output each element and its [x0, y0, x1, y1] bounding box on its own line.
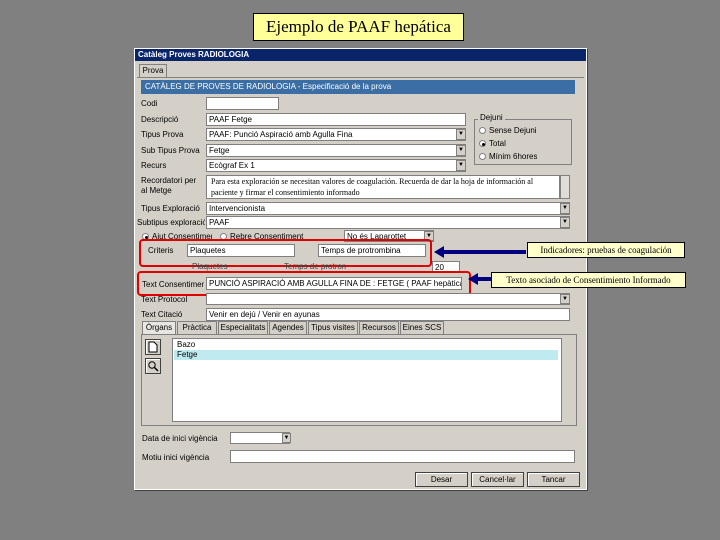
- recurs-select[interactable]: Ecògraf Ex 1: [206, 159, 466, 172]
- tipus-exploracio-label: Tipus Exploració: [141, 204, 200, 213]
- search-icon: [148, 361, 159, 372]
- tipus-prova-label: Tipus Prova: [141, 130, 184, 139]
- data-vigencia-label: Data de inici vigència: [142, 434, 218, 443]
- callout-consentimiento: Texto asociado de Consentimiento Informa…: [491, 272, 686, 288]
- chevron-down-icon[interactable]: ▼: [456, 160, 466, 171]
- radio-total-label: Total: [489, 139, 506, 148]
- text-citacio-label: Text Citació: [141, 310, 183, 319]
- radio-sense-dejuni-label: Sense Dejuni: [489, 126, 537, 135]
- codi-label: Codi: [141, 99, 158, 108]
- radio-minim-6hores[interactable]: [479, 153, 486, 160]
- codi-input[interactable]: [206, 97, 279, 110]
- cancel-button[interactable]: Cancel·lar: [471, 472, 524, 487]
- dejuni-title: Dejuni: [478, 113, 505, 123]
- chevron-down-icon[interactable]: ▼: [456, 129, 466, 140]
- tab-recursos[interactable]: Recursos: [359, 321, 399, 334]
- tab-eines-scs[interactable]: Eines SCS: [400, 321, 444, 334]
- text-protocol-select[interactable]: [206, 293, 570, 305]
- tab-organs[interactable]: Òrgans: [142, 321, 176, 334]
- save-button[interactable]: Desar: [415, 472, 468, 487]
- chevron-down-icon[interactable]: ▼: [282, 433, 291, 443]
- recordatori-scrollbar[interactable]: [560, 175, 570, 199]
- search-button[interactable]: [145, 358, 161, 374]
- radio-sense-dejuni[interactable]: [479, 127, 486, 134]
- subtipus-exploracio-select[interactable]: PAAF: [206, 216, 570, 229]
- new-item-button[interactable]: [145, 339, 161, 355]
- tab-agendes[interactable]: Agendes: [269, 321, 307, 334]
- text-protocol-label: Text Protocol: [141, 295, 188, 304]
- chevron-down-icon[interactable]: ▼: [560, 203, 570, 214]
- list-item[interactable]: Bazo: [174, 340, 558, 350]
- section-header: CATÀLEG DE PROVES DE RADIOLOGIA - Especi…: [141, 80, 575, 94]
- sub-tipus-select[interactable]: Fetge: [206, 144, 466, 157]
- data-vigencia-input[interactable]: [230, 432, 290, 444]
- tab-especialitats[interactable]: Especialitats: [218, 321, 268, 334]
- recordatori-textarea[interactable]: Para esta exploración se necesitan valor…: [206, 175, 560, 199]
- sub-tipus-label: Sub Tipus Prova: [141, 146, 200, 155]
- radio-minim-6hores-label: Mínim 6hores: [489, 152, 538, 161]
- descripcio-label: Descripció: [141, 115, 179, 124]
- chevron-down-icon[interactable]: ▼: [560, 217, 570, 228]
- new-document-icon: [148, 341, 158, 353]
- window-title: Catàleg Proves RADIOLOGIA: [135, 49, 586, 61]
- tab-tipus-visites[interactable]: Tipus visites: [308, 321, 358, 334]
- tab-divider: [137, 77, 584, 78]
- motiu-vigencia-label: Motiu inici vigència: [142, 453, 210, 462]
- radio-total[interactable]: [479, 140, 486, 147]
- tab-prova[interactable]: Prova: [139, 64, 167, 77]
- list-item-selected[interactable]: Fetge: [174, 350, 558, 360]
- callout-indicadores: Indicadores: pruebas de coagulación: [527, 242, 685, 258]
- recordatori-label: Recordatori per al Metge: [141, 176, 197, 195]
- descripcio-input[interactable]: PAAF Fetge: [206, 113, 466, 126]
- tipus-prova-select[interactable]: PAAF: Punció Aspiració amb Agulla Fina: [206, 128, 466, 141]
- recurs-label: Recurs: [141, 161, 167, 170]
- slide-title: Ejemplo de PAAF hepática: [253, 13, 464, 41]
- motiu-vigencia-input[interactable]: [230, 450, 575, 463]
- subtipus-exploracio-label: Subtipus exploració: [137, 218, 205, 227]
- text-citacio-input[interactable]: Venir en dejú / Venir en ayunas: [206, 308, 570, 321]
- tab-practica[interactable]: Pràctica: [177, 321, 217, 334]
- chevron-down-icon[interactable]: ▼: [456, 145, 466, 156]
- chevron-down-icon[interactable]: ▼: [560, 294, 570, 304]
- close-button[interactable]: Tancar: [527, 472, 580, 487]
- tipus-exploracio-select[interactable]: Intervencionista: [206, 202, 570, 215]
